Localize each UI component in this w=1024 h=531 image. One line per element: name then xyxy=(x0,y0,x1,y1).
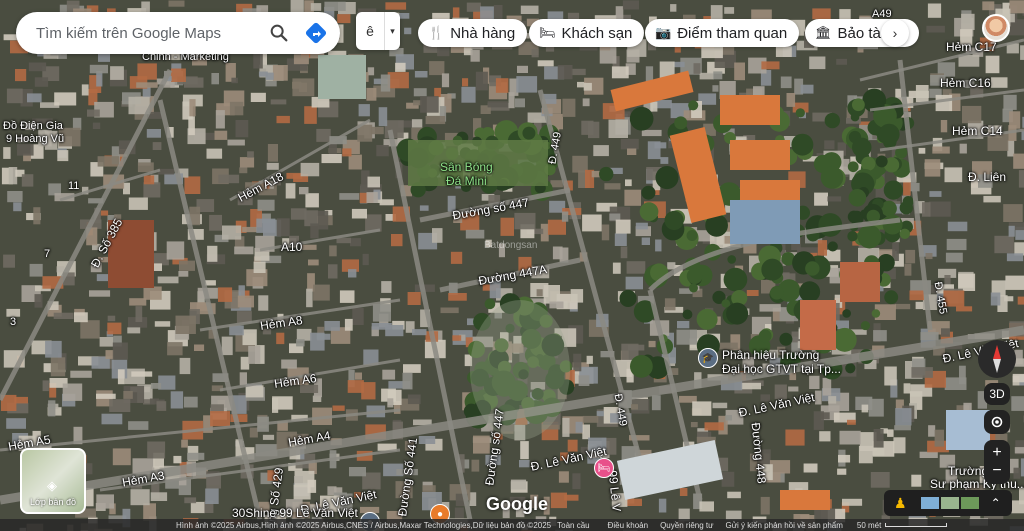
3d-toggle-button[interactable]: 3D xyxy=(984,383,1010,405)
pegman-icon[interactable]: ♟ xyxy=(894,495,907,512)
label-da-mini: Đá Mini xyxy=(446,174,487,188)
directions-icon[interactable] xyxy=(304,21,328,45)
thumbnail-3-icon[interactable] xyxy=(960,497,979,509)
label-3: 3 xyxy=(10,316,17,328)
zoom-in-button[interactable]: + xyxy=(992,444,1001,462)
museum-icon: 🏛 xyxy=(815,25,832,40)
label-phan-hieu-2: Đại học GTVT tại Tp... xyxy=(722,362,841,376)
zoom-out-button[interactable]: − xyxy=(992,462,1001,480)
label-hem-c14: Hẻm C14 xyxy=(952,124,1003,138)
search-input[interactable]: Tìm kiếm trên Google Maps xyxy=(36,25,268,42)
country-link[interactable]: Toàn cầu xyxy=(557,521,589,530)
label-truong-2: Sư phạm Kỹ thu... xyxy=(930,477,1024,491)
chip-hotels[interactable]: 🛏 Khách sạn xyxy=(529,19,645,47)
label-phan-hieu-1: Phân hiệu Trường xyxy=(722,348,820,362)
layers-icon: ◈ xyxy=(47,478,57,493)
thumbnail-2-icon[interactable] xyxy=(940,497,959,509)
my-location-icon[interactable] xyxy=(984,410,1010,434)
camera-icon: 📷 xyxy=(655,25,672,40)
layers-button[interactable]: ◈ Lớp bản đồ xyxy=(20,448,86,514)
label-a10: A10 xyxy=(281,240,303,254)
bottom-toolbar: ♟ ⌃ xyxy=(884,490,1012,516)
aerial-imagery xyxy=(0,0,1024,531)
mode-selector-label: ê xyxy=(366,23,374,39)
map-canvas[interactable]: Chinh - Marketing Đồ Điện Gia 9 Hoàng Vũ… xyxy=(0,0,1024,531)
bed-icon: 🛏 xyxy=(539,25,556,40)
chevron-down-icon[interactable]: ▾ xyxy=(385,26,400,37)
search-box[interactable]: Tìm kiếm trên Google Maps xyxy=(16,12,340,54)
scale-bar xyxy=(885,523,948,527)
thumbnail-1-icon[interactable] xyxy=(920,497,939,509)
label-do-dien: Đồ Điện Gia xyxy=(3,120,63,132)
scale-label[interactable]: 50 mét xyxy=(857,521,881,530)
chip-attractions[interactable]: 📷 Điểm tham quan xyxy=(645,19,800,47)
university-pin-icon[interactable]: 🎓 xyxy=(698,348,718,368)
hotel-pin-icon[interactable]: 🛏 xyxy=(594,458,614,478)
fork-knife-icon: 🍴 xyxy=(428,25,445,40)
chip-restaurants[interactable]: 🍴 Nhà hàng xyxy=(418,19,528,47)
imagery-credit: Hình ảnh ©2025 Airbus,Hình ảnh ©2025 Air… xyxy=(176,520,552,530)
label-30shine: 30Shine 99 Lê Văn Việt xyxy=(232,506,358,520)
label-11: 11 xyxy=(68,180,80,192)
label-hem-c16: Hẻm C16 xyxy=(940,76,991,90)
chips-next-button[interactable]: › xyxy=(881,19,909,47)
label-7: 7 xyxy=(44,248,51,260)
compass-icon[interactable] xyxy=(978,340,1016,378)
avatar[interactable] xyxy=(982,14,1010,42)
zoom-controls: + − xyxy=(984,440,1010,484)
label-hoang-vu: 9 Hoàng Vũ xyxy=(6,133,65,145)
label-hem-c17: Hẻm C17 xyxy=(946,40,997,54)
label-san-bong: Sân Bóng xyxy=(440,160,493,174)
watermark-batdongsan: Batdongsan xyxy=(484,240,538,251)
privacy-link[interactable]: Quyền riêng tư xyxy=(660,521,713,530)
map-mode-selector[interactable]: ê ▾ xyxy=(356,12,400,50)
search-icon[interactable] xyxy=(268,22,290,44)
attribution-bar: Hình ảnh ©2025 Airbus,Hình ảnh ©2025 Air… xyxy=(0,519,1024,531)
expand-icon[interactable]: ⌃ xyxy=(991,496,1001,510)
feedback-link[interactable]: Gửi ý kiến phản hồi về sản phẩm xyxy=(725,521,842,530)
label-d-lien: Đ. Liên xyxy=(968,170,1007,184)
terms-link[interactable]: Điều khoản xyxy=(608,521,648,530)
google-logo: Google xyxy=(486,494,548,514)
